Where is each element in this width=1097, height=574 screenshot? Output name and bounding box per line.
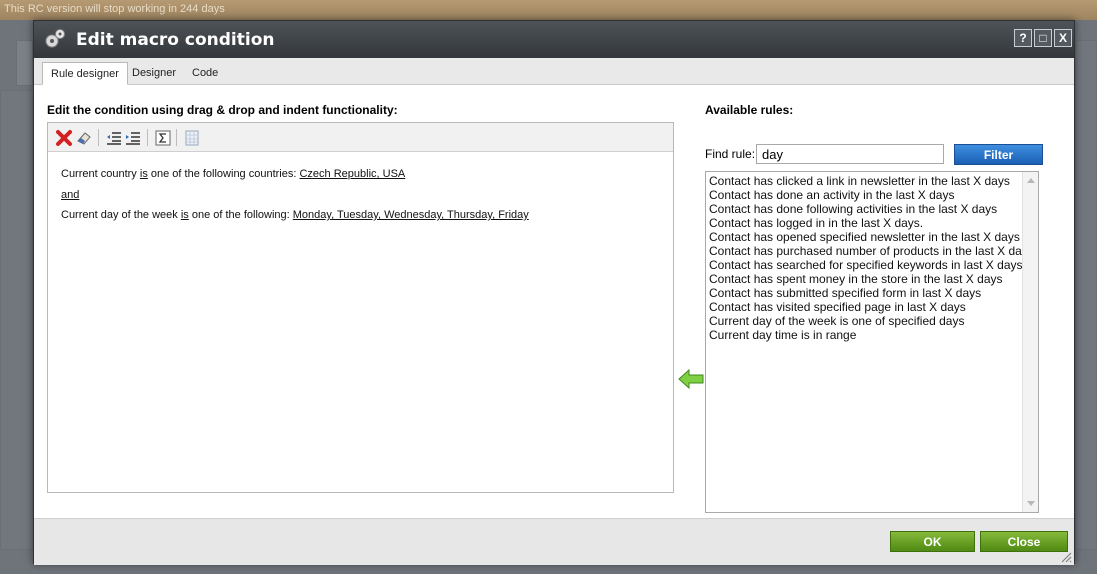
- list-item[interactable]: Contact has searched for specified keywo…: [709, 258, 1023, 272]
- dialog-titlebar[interactable]: Edit macro condition ? □ X: [34, 21, 1074, 58]
- list-item[interactable]: Contact has purchased number of products…: [709, 244, 1034, 258]
- weekday-values-link[interactable]: Monday, Tuesday, Wednesday, Thursday, Fr…: [293, 209, 529, 221]
- eraser-icon[interactable]: [75, 129, 93, 147]
- list-item[interactable]: Contact has clicked a link in newsletter…: [709, 174, 1010, 188]
- edit-macro-dialog: Edit macro condition ? □ X Rule designer…: [33, 20, 1075, 565]
- list-item[interactable]: Current day time is in range: [709, 328, 856, 342]
- bg-left-panel: [0, 90, 33, 550]
- find-rule-input[interactable]: [756, 144, 944, 164]
- tab-designer[interactable]: Designer: [124, 62, 184, 85]
- list-item[interactable]: Contact has opened specified newsletter …: [709, 230, 1020, 244]
- rc-version-bar: This RC version will stop working in 244…: [0, 0, 1097, 20]
- rules-list[interactable]: Contact has clicked a link in newsletter…: [705, 171, 1039, 513]
- list-item[interactable]: Current day of the week is one of specif…: [709, 314, 964, 328]
- delete-icon[interactable]: [55, 129, 73, 147]
- scroll-down-arrow-icon[interactable]: [1027, 501, 1035, 506]
- close-button[interactable]: Close: [980, 531, 1068, 552]
- rules-heading: Available rules:: [705, 103, 794, 117]
- help-button[interactable]: ?: [1014, 29, 1032, 47]
- rules-scrollbar[interactable]: [1022, 172, 1038, 512]
- condition-text: one of the following:: [188, 209, 293, 221]
- list-item[interactable]: Contact has submitted specified form in …: [709, 286, 981, 300]
- filter-button[interactable]: Filter: [954, 144, 1043, 165]
- condition-line-country[interactable]: Current country is one of the following …: [61, 168, 405, 180]
- list-item[interactable]: Contact has spent money in the store in …: [709, 272, 1003, 286]
- editor-toolbar: [48, 123, 673, 152]
- close-window-button[interactable]: X: [1054, 29, 1072, 47]
- rc-notice: This RC version will stop working in 244…: [4, 3, 225, 15]
- maximize-button[interactable]: □: [1034, 29, 1052, 47]
- resize-grip-icon[interactable]: [1060, 551, 1072, 563]
- ok-button[interactable]: OK: [890, 531, 975, 552]
- toolbar-separator: [176, 129, 177, 146]
- toolbar-separator: [147, 129, 148, 146]
- dialog-title: Edit macro condition: [76, 30, 275, 50]
- formula-icon[interactable]: [154, 129, 172, 147]
- tab-bar: Rule designer Designer Code: [34, 58, 1074, 85]
- condition-operator-link[interactable]: is: [140, 168, 148, 180]
- dialog-footer: OK Close: [34, 518, 1074, 565]
- condition-text: one of the following countries:: [147, 168, 300, 180]
- scroll-up-arrow-icon[interactable]: [1027, 178, 1035, 183]
- outdent-icon[interactable]: [105, 129, 123, 147]
- editor-heading: Edit the condition using drag & drop and…: [47, 103, 398, 117]
- tab-code[interactable]: Code: [184, 62, 226, 85]
- condition-text: Current country: [61, 168, 140, 180]
- list-item[interactable]: Contact has logged in in the last X days…: [709, 216, 923, 230]
- list-item[interactable]: Contact has done an activity in the last…: [709, 188, 954, 202]
- list-item[interactable]: Contact has done following activities in…: [709, 202, 997, 216]
- condition-text: Current day of the week: [61, 209, 181, 221]
- condition-editor[interactable]: Current country is one of the following …: [47, 122, 674, 493]
- list-item[interactable]: Contact has visited specified page in la…: [709, 300, 966, 314]
- tab-rule-designer[interactable]: Rule designer: [42, 62, 128, 85]
- logical-operator-link[interactable]: and: [61, 189, 79, 201]
- indent-icon[interactable]: [124, 129, 142, 147]
- dialog-content: Edit the condition using drag & drop and…: [34, 85, 1074, 518]
- gears-icon: [45, 29, 65, 48]
- condition-operator-link[interactable]: is: [181, 209, 189, 221]
- country-values-link[interactable]: Czech Republic, USA: [299, 168, 405, 180]
- bg-header-block: [16, 40, 33, 86]
- bg-right-panel: [1075, 40, 1097, 550]
- toolbar-separator: [98, 129, 99, 146]
- condition-line-weekday[interactable]: Current day of the week is one of the fo…: [61, 209, 529, 221]
- add-rule-arrow-icon[interactable]: [678, 369, 704, 389]
- grid-icon[interactable]: [183, 129, 201, 147]
- find-rule-label: Find rule:: [705, 147, 756, 161]
